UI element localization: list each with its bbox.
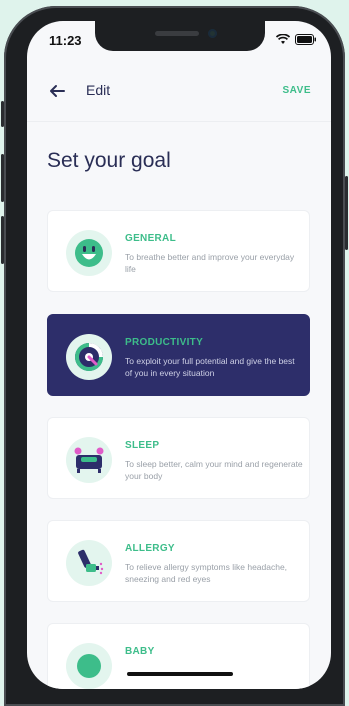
status-bar: 11:23 — [27, 21, 331, 65]
camera — [208, 29, 217, 38]
goal-title: PRODUCTIVITY — [125, 337, 204, 348]
save-button[interactable]: SAVE — [283, 85, 312, 96]
header-title: Edit — [86, 82, 111, 98]
home-indicator[interactable] — [127, 672, 233, 676]
goal-title: BABY — [125, 646, 155, 657]
baby-icon — [66, 643, 112, 689]
status-icons — [276, 34, 317, 45]
notch — [95, 21, 265, 51]
arrow-left-icon[interactable] — [47, 81, 67, 101]
top-app-bar: Edit SAVE — [27, 65, 331, 122]
app-screen: 11:23 Edit SAVE Set your goal GENERAL To… — [27, 21, 331, 689]
volume-up-button — [1, 154, 4, 202]
goal-title: SLEEP — [125, 440, 160, 451]
goal-title: ALLERGY — [125, 543, 175, 554]
speaker — [155, 31, 199, 36]
page-title: Set your goal — [47, 149, 171, 172]
goal-card-baby[interactable]: BABY — [47, 623, 310, 689]
bed-icon — [66, 437, 112, 483]
goal-card-sleep[interactable]: SLEEP To sleep better, calm your mind an… — [47, 417, 310, 499]
goal-description: To exploit your full potential and give … — [125, 356, 295, 378]
battery-icon — [295, 34, 316, 45]
volume-down-button — [1, 216, 4, 264]
goal-card-allergy[interactable]: ALLERGY To relieve allergy symptoms like… — [47, 520, 310, 602]
goal-description: To breathe better and improve your every… — [125, 252, 295, 274]
goal-card-general[interactable]: GENERAL To breathe better and improve yo… — [47, 210, 310, 292]
goal-card-productivity[interactable]: PRODUCTIVITY To exploit your full potent… — [47, 314, 310, 396]
goal-description: To sleep better, calm your mind and rege… — [125, 459, 303, 481]
goal-description: To relieve allergy symptoms like headach… — [125, 562, 288, 584]
status-time: 11:23 — [49, 33, 82, 48]
mute-switch — [1, 101, 4, 127]
productivity-gauge-icon — [66, 334, 112, 380]
smiley-face-icon — [66, 230, 112, 276]
power-button — [345, 176, 348, 250]
wifi-icon — [276, 34, 290, 44]
inhaler-icon — [66, 540, 112, 586]
goal-title: GENERAL — [125, 233, 176, 244]
